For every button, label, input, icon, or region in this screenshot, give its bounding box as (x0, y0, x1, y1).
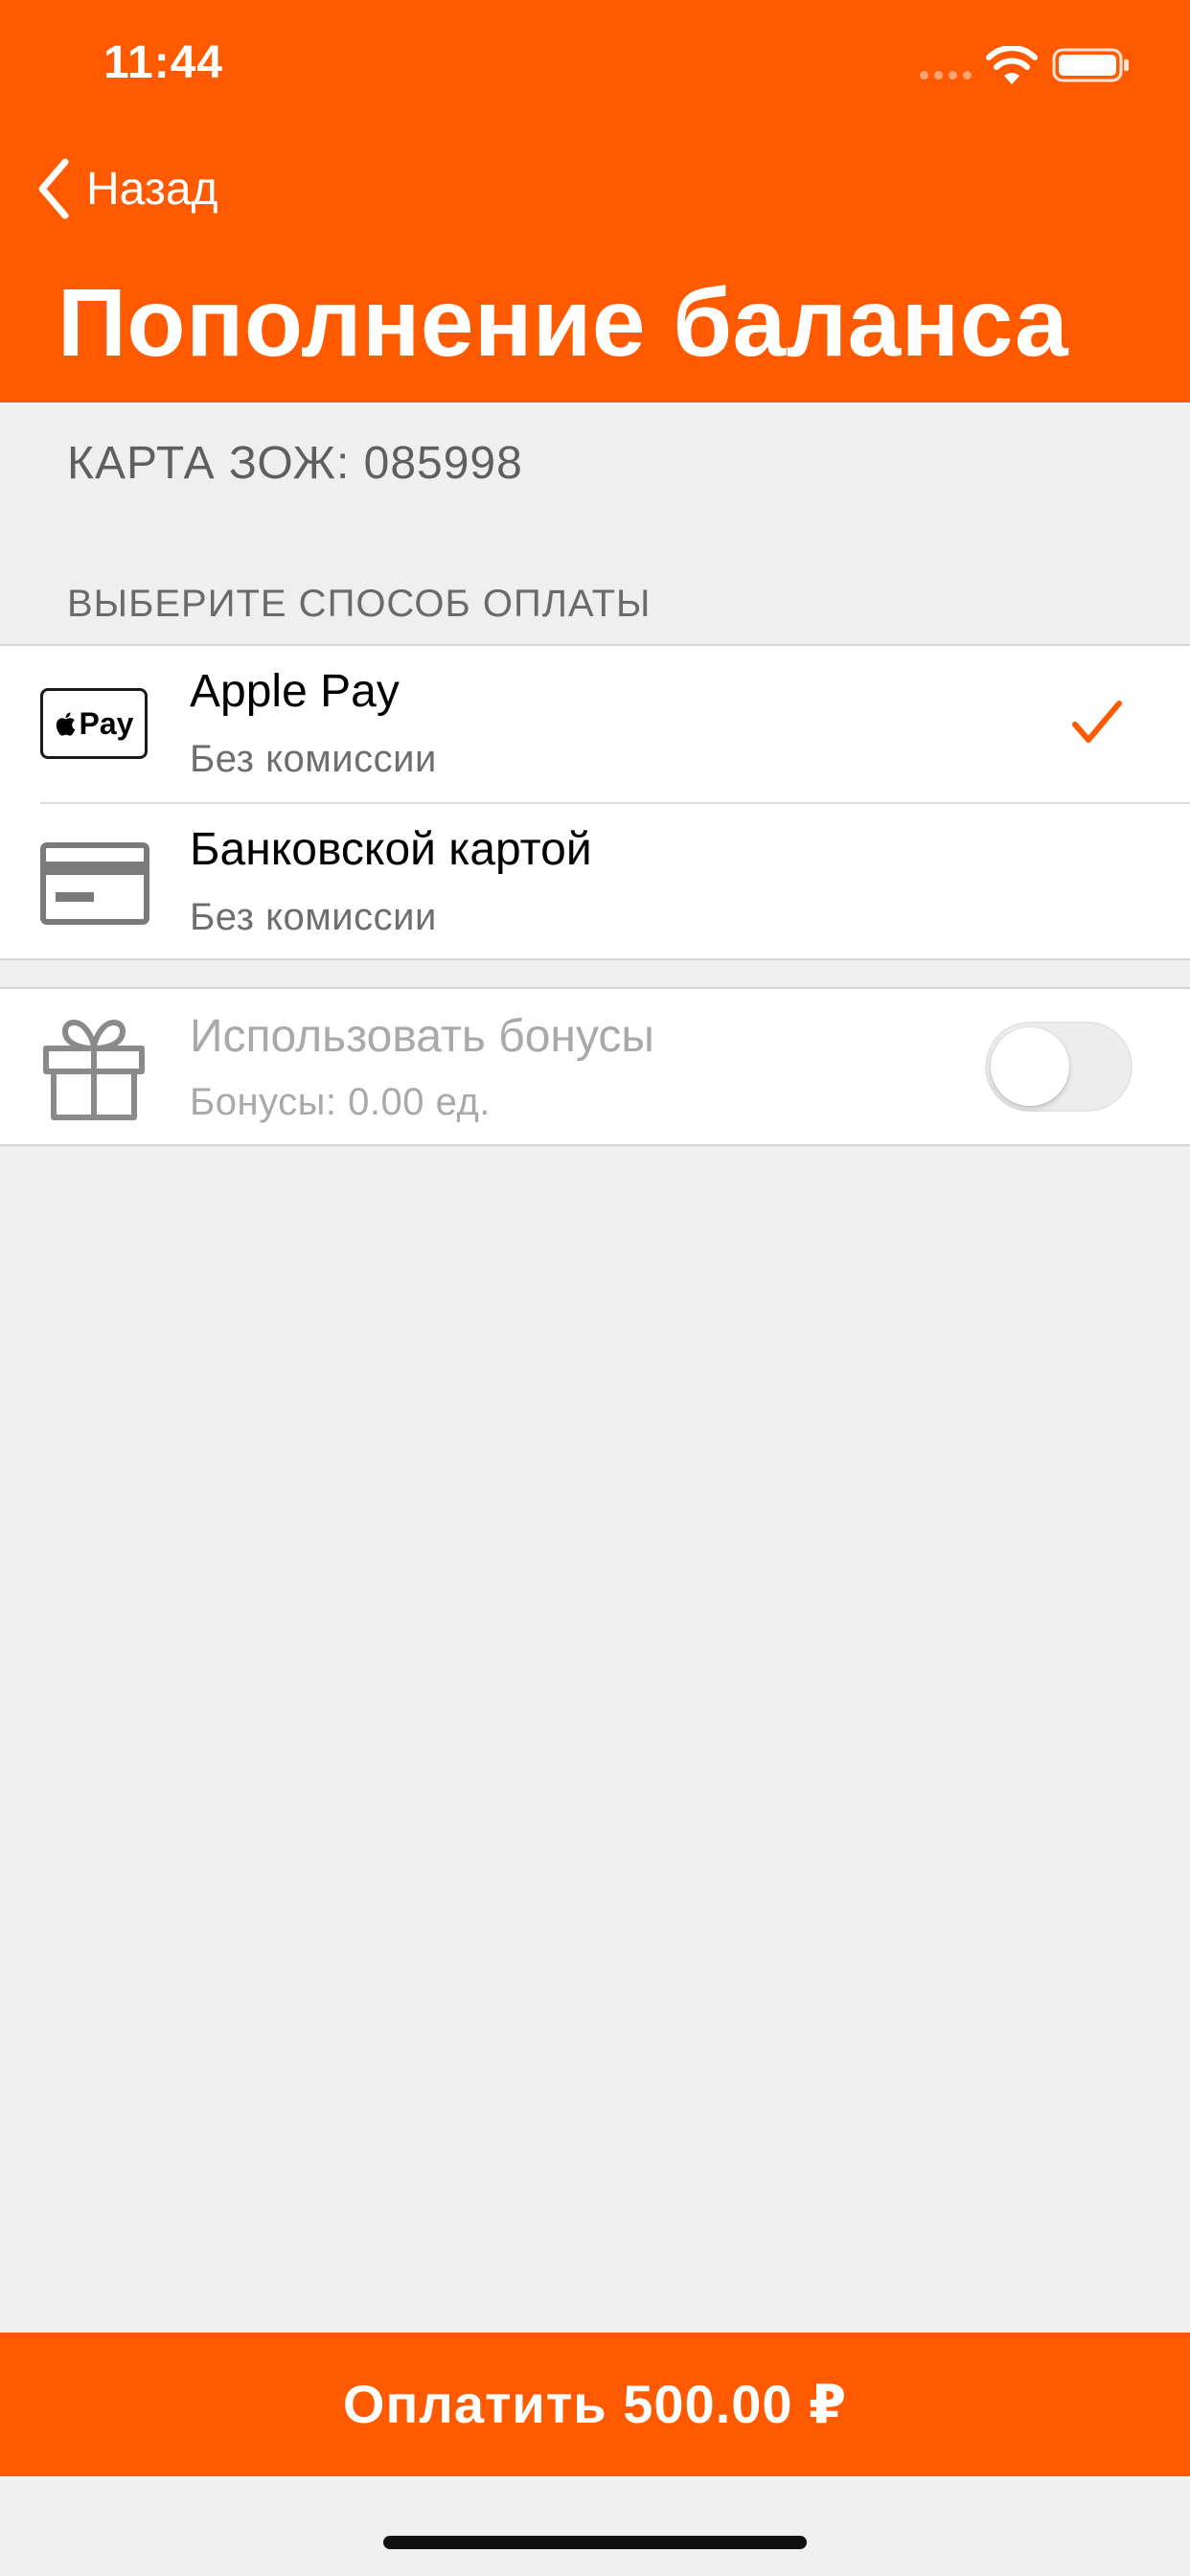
status-bar-time: 11:44 (103, 37, 224, 88)
gift-icon (43, 1020, 145, 1120)
card-number-label: КАРТА ЗОЖ: 085998 (67, 438, 523, 489)
payment-method-section-header: ВЫБЕРИТЕ СПОСОБ ОПЛАТЫ (67, 583, 652, 625)
pay-button-label: Оплатить 500.00 ₽ (342, 2374, 848, 2434)
apple-logo-icon (56, 712, 75, 736)
apple-pay-icon: Pay (40, 688, 148, 759)
payment-method-list: Pay Apple Pay Без комиссии Банковской ка… (0, 644, 1190, 960)
home-indicator[interactable] (383, 2536, 807, 2549)
checkmark-icon (1072, 701, 1122, 743)
cellular-signal-icon (920, 71, 972, 80)
pay-button[interactable]: Оплатить 500.00 ₽ (0, 2333, 1190, 2476)
back-button[interactable]: Назад (34, 153, 218, 224)
back-button-label: Назад (86, 163, 218, 215)
navigation-header: 11:44 Назад Пополнение баланса (0, 0, 1190, 402)
battery-icon (1052, 48, 1129, 82)
payment-option-subtitle: Без комиссии (190, 738, 437, 780)
use-bonus-title: Использовать бонусы (190, 1011, 654, 1062)
payment-option-bank-card[interactable]: Банковской картой Без комиссии (0, 804, 1190, 961)
chevron-left-icon (38, 158, 69, 219)
bonus-balance-label: Бонусы: 0.00 ед. (190, 1081, 491, 1123)
use-bonus-toggle[interactable] (985, 1022, 1133, 1112)
toggle-knob (991, 1027, 1069, 1106)
bank-card-icon (40, 842, 149, 925)
payment-option-title: Apple Pay (190, 666, 400, 717)
wifi-icon (986, 46, 1038, 84)
payment-option-apple-pay[interactable]: Pay Apple Pay Без комиссии (0, 646, 1190, 803)
page-title: Пополнение баланса (57, 269, 1069, 377)
bonus-section: Использовать бонусы Бонусы: 0.00 ед. (0, 987, 1190, 1146)
use-bonus-row: Использовать бонусы Бонусы: 0.00 ед. (0, 989, 1190, 1146)
apple-pay-text: Pay (79, 705, 134, 741)
payment-option-subtitle: Без комиссии (190, 896, 437, 938)
payment-option-title: Банковской картой (190, 824, 592, 875)
